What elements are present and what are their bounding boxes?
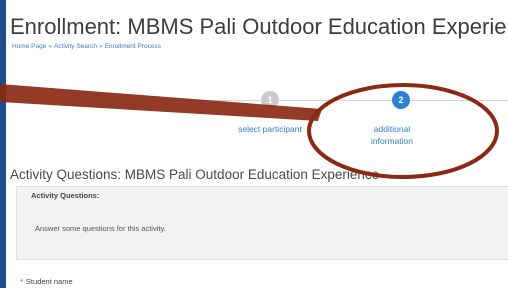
breadcrumb: Home Page» Activity Search» Enrollment Pro… <box>12 43 161 50</box>
student-name-label: * Student name <box>20 277 73 286</box>
stepper-track <box>64 100 508 101</box>
student-name-label-text: Student name <box>25 277 73 286</box>
breadcrumb-current: Enrollment Process <box>104 43 161 50</box>
breadcrumb-separator: » <box>48 43 52 50</box>
section-title: Activity Questions: MBMS Pali Outdoor Ed… <box>10 167 380 182</box>
panel-heading: Activity Questions: <box>31 191 100 200</box>
page-title: Enrollment: MBMS Pali Outdoor Education … <box>10 14 508 39</box>
enrollment-page: Enrollment: MBMS Pali Outdoor Education … <box>6 0 508 288</box>
breadcrumb-activity-search-link[interactable]: Activity Search <box>54 43 97 50</box>
panel-description: Answer some questions for this activity. <box>35 224 166 233</box>
breadcrumb-separator: » <box>98 43 103 50</box>
step-2-circle: 2 <box>392 91 410 109</box>
required-marker: * <box>20 277 23 286</box>
breadcrumb-home-link[interactable]: Home Page <box>12 43 46 50</box>
step-1-circle[interactable]: 1 <box>261 91 279 109</box>
step-2-label: additional information <box>370 124 414 146</box>
activity-questions-panel: Activity Questions: Answer some question… <box>16 186 508 260</box>
step-1-label[interactable]: select participant <box>220 123 320 135</box>
